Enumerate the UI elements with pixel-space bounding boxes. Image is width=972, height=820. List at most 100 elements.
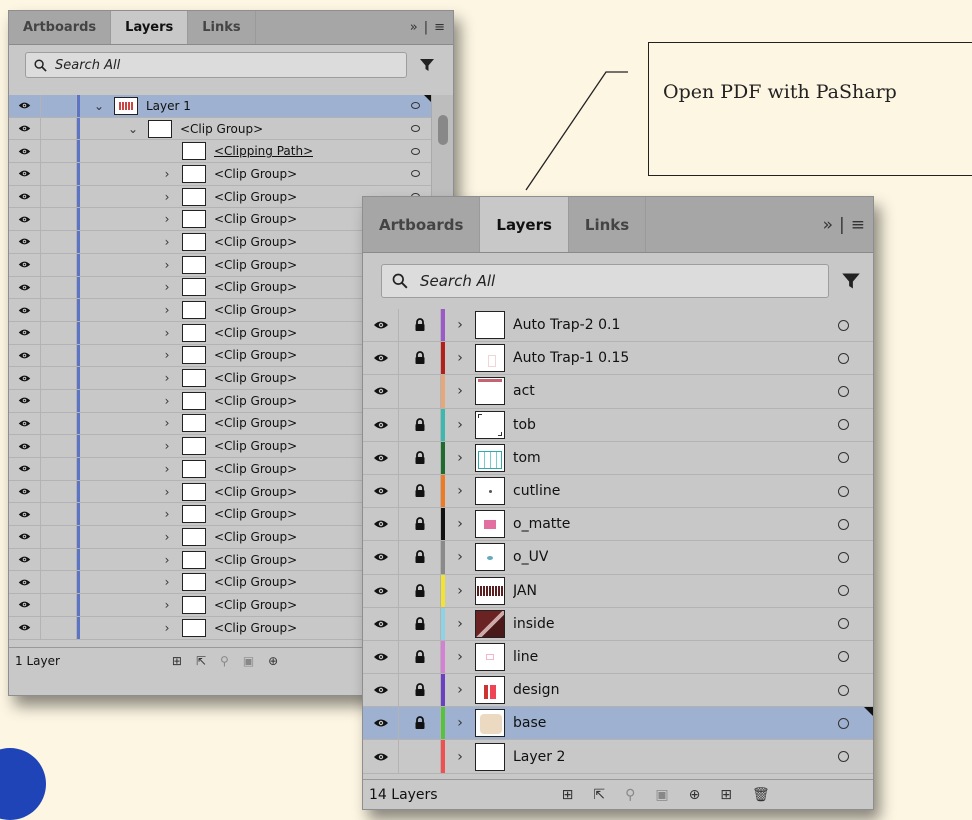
expand-toggle-icon[interactable]: ⌄ <box>90 99 108 113</box>
tab-layers[interactable]: Layers <box>480 197 569 252</box>
lock-toggle[interactable] <box>41 253 77 276</box>
target-circle-icon[interactable] <box>813 585 873 597</box>
expand-toggle-icon[interactable]: › <box>445 749 475 765</box>
visibility-toggle-icon[interactable] <box>363 408 399 441</box>
visibility-toggle-icon[interactable] <box>9 140 41 163</box>
expand-toggle-icon[interactable]: › <box>158 575 176 589</box>
expand-toggle-icon[interactable]: › <box>445 450 475 466</box>
lock-toggle[interactable] <box>41 140 77 163</box>
target-circle-icon[interactable] <box>399 147 431 155</box>
layer-row[interactable]: › Auto Trap-2 0.1 <box>363 309 873 343</box>
layer-row[interactable]: › tom <box>363 441 873 475</box>
make-clipping-mask-icon[interactable]: ▣ <box>243 654 254 668</box>
expand-toggle-icon[interactable]: › <box>158 371 176 385</box>
expand-toggle-icon[interactable]: › <box>445 549 475 565</box>
visibility-toggle-icon[interactable] <box>363 508 399 541</box>
visibility-toggle-icon[interactable] <box>9 548 41 571</box>
expand-toggle-icon[interactable]: › <box>158 303 176 317</box>
expand-toggle-icon[interactable]: › <box>445 383 475 399</box>
expand-toggle-icon[interactable]: › <box>158 394 176 408</box>
lock-icon[interactable] <box>399 541 441 574</box>
expand-toggle-icon[interactable]: › <box>445 616 475 632</box>
expand-toggle-icon[interactable]: › <box>445 483 475 499</box>
expand-toggle-icon[interactable]: › <box>158 485 176 499</box>
visibility-toggle-icon[interactable] <box>9 185 41 208</box>
tab-artboards[interactable]: Artboards <box>363 197 481 252</box>
expand-toggle-icon[interactable]: › <box>158 280 176 294</box>
expand-toggle-icon[interactable]: › <box>158 621 176 635</box>
lock-toggle[interactable] <box>41 367 77 389</box>
collect-for-export-icon[interactable]: ⊞ <box>172 654 182 668</box>
visibility-toggle-icon[interactable] <box>363 342 399 375</box>
lock-icon[interactable] <box>399 674 441 707</box>
lock-icon[interactable] <box>399 607 441 640</box>
layer-row[interactable]: › act <box>363 375 873 409</box>
lock-toggle[interactable] <box>41 526 77 548</box>
delete-layer-icon[interactable]: 🗑 <box>752 787 770 803</box>
visibility-toggle-icon[interactable] <box>9 458 41 480</box>
lock-icon[interactable] <box>399 508 441 541</box>
visibility-toggle-icon[interactable] <box>9 389 41 412</box>
lock-toggle[interactable] <box>399 740 441 773</box>
target-circle-icon[interactable] <box>813 551 873 563</box>
collect-for-export-icon[interactable]: ⊞ <box>562 787 574 803</box>
expand-toggle-icon[interactable]: › <box>158 348 176 362</box>
lock-toggle[interactable] <box>399 375 441 408</box>
collapse-panel-icon[interactable]: » <box>410 20 418 35</box>
filter-icon[interactable] <box>419 57 435 73</box>
target-circle-icon[interactable] <box>813 485 873 497</box>
visibility-toggle-icon[interactable] <box>9 231 41 253</box>
expand-toggle-icon[interactable]: › <box>445 682 475 698</box>
target-circle-icon[interactable] <box>399 170 431 178</box>
lock-icon[interactable] <box>399 441 441 474</box>
visibility-toggle-icon[interactable] <box>9 594 41 616</box>
lock-icon[interactable] <box>399 707 441 740</box>
expand-toggle-icon[interactable]: › <box>158 258 176 272</box>
tab-links[interactable]: Links <box>188 11 256 44</box>
export-icon[interactable]: ⇱ <box>593 787 605 803</box>
locate-object-icon[interactable]: ⚲ <box>220 654 229 668</box>
lock-toggle[interactable] <box>41 231 77 253</box>
visibility-toggle-icon[interactable] <box>9 95 41 117</box>
lock-icon[interactable] <box>399 474 441 508</box>
visibility-toggle-icon[interactable] <box>9 299 41 321</box>
expand-toggle-icon[interactable]: › <box>158 326 176 340</box>
visibility-toggle-icon[interactable] <box>363 474 399 508</box>
expand-toggle-icon[interactable]: › <box>158 212 176 226</box>
panel-menu-icon[interactable]: ≡ <box>434 20 445 35</box>
visibility-toggle-icon[interactable] <box>9 480 41 503</box>
new-layer-icon[interactable]: ⊞ <box>720 787 732 803</box>
visibility-toggle-icon[interactable] <box>363 674 399 707</box>
make-clipping-mask-icon[interactable]: ▣ <box>655 787 668 803</box>
lock-toggle[interactable] <box>41 412 77 435</box>
target-circle-icon[interactable] <box>813 751 873 763</box>
layer-row[interactable]: › o_UV <box>363 541 873 575</box>
target-circle-icon[interactable] <box>813 651 873 663</box>
layer-row[interactable]: › cutline <box>363 474 873 509</box>
lock-toggle[interactable] <box>41 95 77 117</box>
lock-icon[interactable] <box>399 574 441 607</box>
visibility-toggle-icon[interactable] <box>9 344 41 367</box>
target-circle-icon[interactable] <box>813 518 873 530</box>
target-circle-icon[interactable] <box>813 319 873 331</box>
visibility-toggle-icon[interactable] <box>9 321 41 344</box>
expand-toggle-icon[interactable]: › <box>445 350 475 366</box>
layer-row[interactable]: › o_matte <box>363 508 873 542</box>
visibility-toggle-icon[interactable] <box>363 375 399 408</box>
lock-toggle[interactable] <box>41 548 77 571</box>
visibility-toggle-icon[interactable] <box>363 574 399 607</box>
expand-toggle-icon[interactable]: › <box>158 598 176 612</box>
visibility-toggle-icon[interactable] <box>363 607 399 640</box>
visibility-toggle-icon[interactable] <box>9 253 41 276</box>
visibility-toggle-icon[interactable] <box>9 367 41 389</box>
expand-toggle-icon[interactable]: ⌄ <box>124 122 142 136</box>
expand-toggle-icon[interactable]: › <box>445 583 475 599</box>
tab-layers[interactable]: Layers <box>111 11 189 44</box>
layer-row[interactable]: ⌄ Layer 1 <box>9 95 431 118</box>
new-sublayer-icon[interactable]: ⊕ <box>268 654 278 668</box>
layer-row[interactable]: › Layer 2 <box>363 740 873 774</box>
lock-toggle[interactable] <box>41 117 77 140</box>
layer-row[interactable]: ⌄ <Clip Group> <box>9 117 431 141</box>
filter-icon[interactable] <box>841 271 861 291</box>
visibility-toggle-icon[interactable] <box>9 208 41 231</box>
